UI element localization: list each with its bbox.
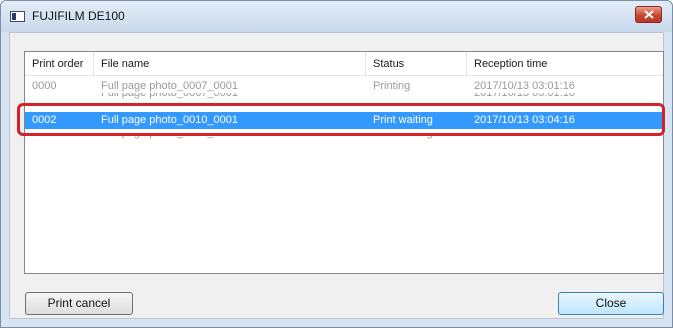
print-queue-list[interactable]: Print order File name Status Reception t… [24,51,664,274]
ghost-time-text: 2017/10/13 03:01:16 [474,93,575,99]
close-icon [644,10,654,19]
ghost-time-text: 2017/10/13 03:04:16 [467,136,659,140]
column-header-file-name[interactable]: File name [94,52,366,75]
ghost-status-text: Print waiting [366,136,467,140]
window-title: FUJIFILM DE100 [32,9,125,23]
ghost-file-text: Full page photo_0010_0001 [94,136,366,140]
column-header-status[interactable]: Status [366,52,467,75]
ghost-file-text: Full page photo_0007_0001 [101,93,239,99]
column-header-reception-time[interactable]: Reception time [467,52,659,75]
partial-row-ghost: Full page photo_0010_0001 Print waiting … [25,136,663,140]
title-bar[interactable]: FUJIFILM DE100 [1,1,672,32]
close-button[interactable]: Close [558,292,664,315]
column-header-print-order[interactable]: Print order [25,52,94,75]
partial-row-ghost: Full page photo_0007_0001 2017/10/13 03:… [25,93,663,99]
close-window-button[interactable] [635,6,662,23]
app-window-icon [10,11,25,22]
selection-highlight-outline [17,103,665,136]
list-header: Print order File name Status Reception t… [25,52,663,76]
print-cancel-button[interactable]: Print cancel [25,292,133,315]
